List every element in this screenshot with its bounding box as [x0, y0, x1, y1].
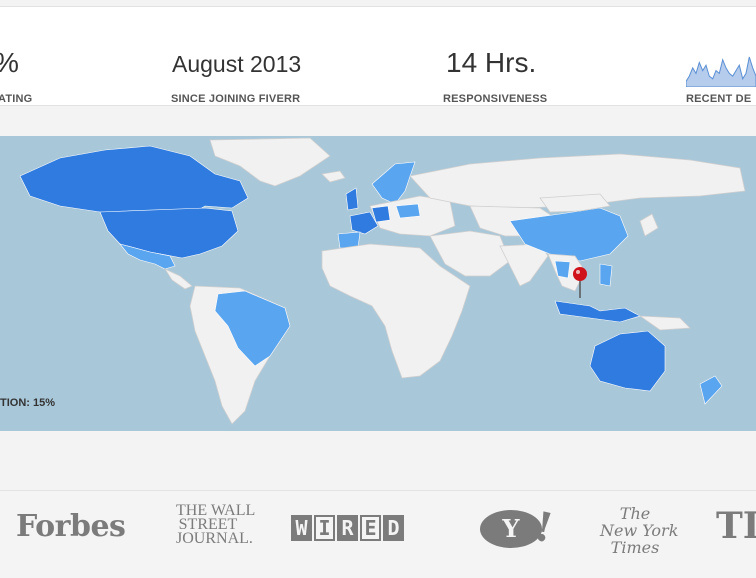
nyt-logo: The New York Times: [600, 504, 679, 557]
central-america-region: [163, 268, 193, 290]
australia-region: [589, 330, 666, 392]
usa-region: [99, 207, 239, 259]
rating-value: %: [0, 47, 19, 79]
uk-region: [345, 187, 359, 211]
rating-label: ATING: [0, 93, 33, 105]
wsj-logo: THE WALL STREET JOURNAL.: [176, 502, 256, 547]
new-zealand-region: [699, 375, 723, 405]
responsiveness-label: RESPONSIVENESS: [443, 93, 548, 105]
world-map-svg: [19, 137, 746, 425]
eastern-europe-region: [395, 203, 421, 219]
responsiveness-value: 14 Hrs.: [446, 47, 537, 78]
iceland-region: [321, 170, 346, 183]
seller-stats-panel: % ATING August 2013 SINCE JOINING FIVERR…: [0, 6, 756, 106]
wired-logo: W I R E D: [291, 515, 404, 541]
indonesia-region: [554, 300, 641, 323]
philippines-region: [599, 263, 613, 287]
buyers-world-map: [0, 136, 756, 431]
as-seen-in-bar: Forbes THE WALL STREET JOURNAL. W I R E …: [0, 490, 756, 578]
top-location-caption: TION: 15%: [0, 397, 56, 409]
forbes-logo: Forbes: [16, 509, 126, 544]
member-since-value: August 2013: [172, 51, 302, 77]
sparkline-area: [686, 56, 756, 87]
recent-deliveries-label: RECENT DE: [686, 93, 752, 105]
germany-region: [371, 205, 391, 223]
canada-region: [19, 145, 249, 217]
member-since-label: SINCE JOINING FIVERR: [171, 93, 301, 105]
time-logo: TI: [716, 505, 756, 547]
scandinavia-region: [371, 161, 416, 205]
new-guinea-region: [638, 315, 691, 331]
yahoo-logo: Y !: [480, 503, 557, 552]
japan-region: [639, 213, 659, 237]
recent-deliveries-sparkline: [686, 56, 756, 87]
